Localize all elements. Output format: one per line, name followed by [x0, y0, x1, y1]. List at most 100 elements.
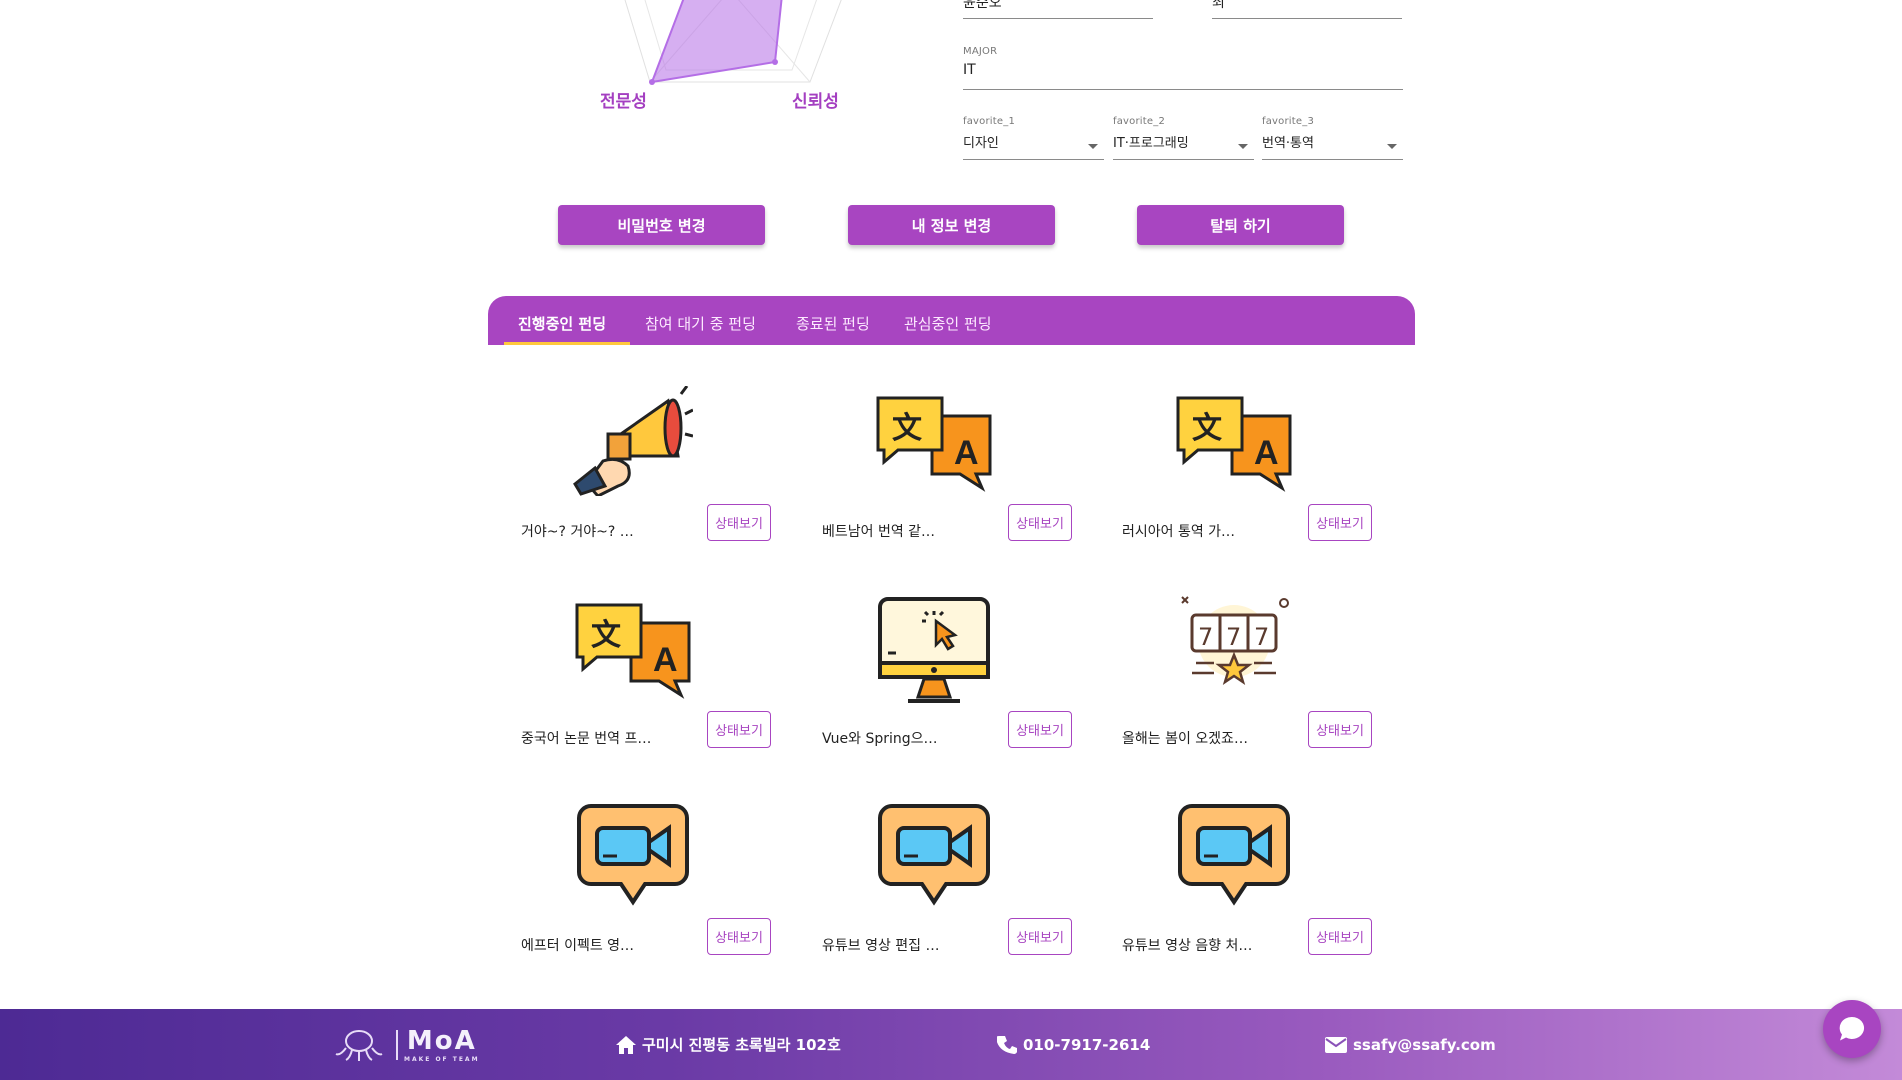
favorite-1-value: 디자인: [963, 136, 999, 151]
funding-card[interactable]: 7 7 7 올해는 봄이 오겠죠… 상태보기: [1104, 585, 1384, 775]
video-chat-icon: [874, 800, 994, 910]
logo-divider: [396, 1029, 398, 1060]
logo-text: MoA: [406, 1026, 477, 1056]
major-field[interactable]: MAJOR IT: [963, 46, 1403, 90]
funding-card[interactable]: A 文 러시아어 통역 가… 상태보기: [1104, 378, 1384, 568]
favorite-1-select[interactable]: favorite_1 디자인: [963, 116, 1104, 160]
gender-field-value: 최: [1212, 0, 1225, 11]
funding-title: 유튜브 영상 음향 처…: [1122, 938, 1253, 954]
field-underline: [1262, 159, 1403, 160]
funding-title: 중국어 논문 번역 프…: [521, 731, 652, 747]
octopus-icon: [335, 1029, 383, 1061]
svg-text:7: 7: [1226, 623, 1241, 651]
favorite-2-select[interactable]: favorite_2 IT·프로그래밍: [1113, 116, 1254, 160]
funding-title: 유튜브 영상 편집 …: [822, 938, 940, 954]
tab-indicator: [504, 342, 630, 345]
svg-text:A: A: [954, 434, 979, 472]
svg-text:A: A: [653, 641, 678, 679]
tab-ended-funding[interactable]: 종료된 펀딩: [796, 313, 870, 334]
funding-card[interactable]: 에프터 이펙트 영… 상태보기: [503, 792, 783, 982]
home-icon: [616, 1035, 636, 1054]
tab-ongoing-funding[interactable]: 진행중인 펀딩: [518, 313, 606, 334]
slot-machine-icon: 7 7 7: [1174, 593, 1294, 703]
address-text: 구미시 진평동 초록빌라 102호: [642, 1036, 841, 1054]
change-info-button[interactable]: 내 정보 변경: [848, 205, 1055, 245]
svg-text:文: 文: [1192, 411, 1222, 446]
footer: MoA MAKE OF TEAM 구미시 진평동 초록빌라 102호 010-7…: [0, 1009, 1902, 1080]
tab-interested-funding[interactable]: 관심중인 펀딩: [904, 313, 992, 334]
chevron-down-icon: [1387, 144, 1397, 149]
view-status-button[interactable]: 상태보기: [1008, 504, 1072, 541]
radar-point: [772, 59, 778, 65]
name-field[interactable]: 윤준오: [963, 0, 1153, 19]
phone-icon: [997, 1035, 1017, 1054]
view-status-button[interactable]: 상태보기: [1008, 918, 1072, 955]
funding-title: Vue와 Spring으…: [822, 731, 938, 747]
favorite-2-label: favorite_2: [1113, 116, 1166, 127]
svg-text:文: 文: [892, 411, 922, 446]
favorite-3-value: 번역·통역: [1262, 136, 1314, 151]
chat-button[interactable]: [1823, 1000, 1881, 1058]
withdraw-button[interactable]: 탈퇴 하기: [1137, 205, 1344, 245]
favorite-3-select[interactable]: favorite_3 번역·통역: [1262, 116, 1403, 160]
radar-point: [649, 79, 655, 85]
favorite-2-value: IT·프로그래밍: [1113, 136, 1189, 151]
radar-label-reliability: 신뢰성: [792, 92, 839, 112]
funding-card[interactable]: A 文 베트남어 번역 같… 상태보기: [804, 378, 1084, 568]
radar-label-expertise: 전문성: [600, 92, 647, 112]
phone-text: 010-7917-2614: [1023, 1035, 1151, 1054]
monitor-cursor-icon: [874, 593, 994, 703]
view-status-button[interactable]: 상태보기: [707, 711, 771, 748]
view-status-button[interactable]: 상태보기: [707, 504, 771, 541]
funding-card[interactable]: 유튜브 영상 편집 … 상태보기: [804, 792, 1084, 982]
tab-waiting-funding[interactable]: 참여 대기 중 펀딩: [645, 313, 756, 334]
view-status-button[interactable]: 상태보기: [1008, 711, 1072, 748]
name-field-value: 윤준오: [963, 0, 1002, 11]
translate-icon: A 文: [1174, 386, 1294, 496]
translate-icon: A 文: [573, 593, 693, 703]
funding-card[interactable]: Vue와 Spring으… 상태보기: [804, 585, 1084, 775]
view-status-button[interactable]: 상태보기: [1308, 711, 1372, 748]
gender-field[interactable]: 최: [1212, 0, 1402, 19]
chevron-down-icon: [1088, 144, 1098, 149]
view-status-button[interactable]: 상태보기: [1308, 504, 1372, 541]
funding-card[interactable]: 유튜브 영상 음향 처… 상태보기: [1104, 792, 1384, 982]
email-text: ssafy@ssafy.com: [1353, 1035, 1496, 1054]
chat-bubble-icon: [1839, 1016, 1865, 1041]
major-field-value: IT: [963, 62, 976, 78]
svg-text:7: 7: [1254, 623, 1269, 651]
video-chat-icon: [1174, 800, 1294, 910]
field-underline: [963, 18, 1153, 19]
field-underline: [1212, 18, 1402, 19]
footer-address: 구미시 진평동 초록빌라 102호: [616, 1009, 841, 1080]
favorite-1-label: favorite_1: [963, 116, 1016, 127]
funding-title: 거야~? 거야~? …: [521, 524, 634, 540]
svg-text:A: A: [1254, 434, 1279, 472]
field-underline: [963, 159, 1104, 160]
footer-email: ssafy@ssafy.com: [1325, 1009, 1496, 1080]
chevron-down-icon: [1238, 144, 1248, 149]
megaphone-icon: [573, 385, 694, 498]
funding-title: 에프터 이펙트 영…: [521, 938, 635, 954]
footer-logo[interactable]: MoA MAKE OF TEAM: [334, 1009, 480, 1080]
funding-tabs: 진행중인 펀딩 참여 대기 중 펀딩 종료된 펀딩 관심중인 펀딩: [488, 296, 1415, 345]
funding-card[interactable]: 거야~? 거야~? … 상태보기: [503, 378, 783, 568]
video-chat-icon: [573, 800, 693, 910]
svg-text:文: 文: [591, 618, 621, 653]
field-underline: [1113, 159, 1254, 160]
radar-chart: 전문성 신뢰성: [570, 0, 890, 120]
funding-card[interactable]: A 文 중국어 논문 번역 프… 상태보기: [503, 585, 783, 775]
mail-icon: [1325, 1036, 1347, 1053]
funding-title: 러시아어 통역 가…: [1122, 524, 1236, 540]
view-status-button[interactable]: 상태보기: [1308, 918, 1372, 955]
view-status-button[interactable]: 상태보기: [707, 918, 771, 955]
field-underline: [963, 89, 1403, 90]
funding-title: 베트남어 번역 같…: [822, 524, 936, 540]
logo-subtitle: MAKE OF TEAM: [404, 1056, 480, 1063]
funding-title: 올해는 봄이 오겠죠…: [1122, 731, 1248, 747]
major-field-label: MAJOR: [963, 46, 998, 57]
translate-icon: A 文: [874, 386, 994, 496]
footer-phone: 010-7917-2614: [997, 1009, 1150, 1080]
svg-text:7: 7: [1198, 623, 1213, 651]
change-password-button[interactable]: 비밀번호 변경: [558, 205, 765, 245]
